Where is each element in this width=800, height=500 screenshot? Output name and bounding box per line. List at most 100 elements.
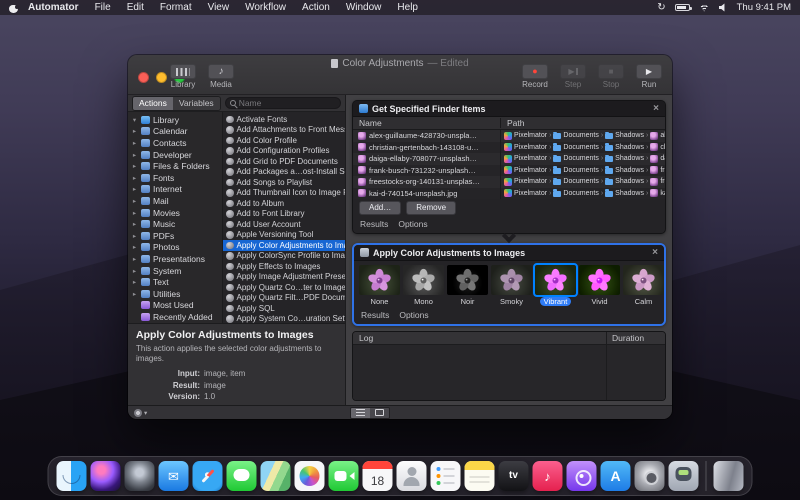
close-step-icon[interactable]: × (652, 248, 658, 258)
action-item-add-configuration-profiles[interactable]: Add Configuration Profiles (223, 146, 345, 157)
action-item-add-grid-to-pdf-documents[interactable]: Add Grid to PDF Documents (223, 156, 345, 167)
results-link[interactable]: Results (361, 310, 389, 320)
run-button[interactable]: ▶Run (636, 64, 662, 89)
sidebar-item-pdfs[interactable]: ▸PDFs (128, 230, 222, 242)
menu-item-format[interactable]: Format (152, 2, 200, 13)
search-field[interactable] (225, 97, 341, 109)
action-item-activate-fonts[interactable]: Activate Fonts (223, 114, 345, 125)
finder-item-row[interactable]: kai-d-740154-unsplash.jpgPixelmator›Docu… (353, 188, 665, 200)
close-step-icon[interactable]: × (653, 104, 659, 114)
notes-dock-icon[interactable] (465, 461, 495, 491)
sync-icon[interactable]: ↻ (657, 3, 665, 13)
finder-item-row[interactable]: daiga-ellaby-708077-unsplash…Pixelmator›… (353, 153, 665, 165)
menu-item-workflow[interactable]: Workflow (237, 2, 294, 13)
disclosure-triangle-icon[interactable]: ▸ (131, 162, 138, 170)
launchpad-dock-icon[interactable] (125, 461, 155, 491)
wifi-icon[interactable] (699, 4, 710, 12)
photos-dock-icon[interactable] (295, 461, 325, 491)
action-item-apply-system-co-uration-settings[interactable]: Apply System Co…uration Settings (223, 314, 345, 324)
reminders-dock-icon[interactable] (431, 461, 461, 491)
app-store-dock-icon[interactable]: A (601, 461, 631, 491)
sidebar-item-utilities[interactable]: ▸Utilities (128, 288, 222, 300)
mail-dock-icon[interactable]: ✉ (159, 461, 189, 491)
media-button[interactable]: ♪Media (208, 64, 234, 89)
preset-smoky[interactable]: Smoky (491, 265, 532, 306)
disclosure-triangle-icon[interactable]: ▸ (131, 243, 138, 251)
sidebar-item-developer[interactable]: ▸Developer (128, 149, 222, 161)
disclosure-triangle-icon[interactable]: ▸ (131, 185, 138, 193)
action-item-apply-sql[interactable]: Apply SQL (223, 303, 345, 314)
system-preferences-dock-icon[interactable] (635, 461, 665, 491)
disclosure-triangle-icon[interactable]: ▸ (131, 255, 138, 263)
finder-item-row[interactable]: alex-guillaume-428730-unspla…Pixelmator›… (353, 130, 665, 142)
sidebar-item-fonts[interactable]: ▸Fonts (128, 172, 222, 184)
action-item-apply-color-adjustments-to-images[interactable]: Apply Color Adjustments to Images (223, 240, 345, 251)
action-item-add-to-font-library[interactable]: Add to Font Library (223, 209, 345, 220)
tab-actions[interactable]: Actions (133, 97, 173, 110)
action-item-add-packages-a-ost-install-scripts[interactable]: Add Packages a…ost-Install Scripts (223, 167, 345, 178)
disclosure-triangle-icon[interactable]: ▸ (131, 151, 138, 159)
action-item-apply-quartz-filt-pdf-documents[interactable]: Apply Quartz Filt…PDF Documents (223, 293, 345, 304)
action-item-add-to-album[interactable]: Add to Album (223, 198, 345, 209)
music-dock-icon[interactable]: ♪ (533, 461, 563, 491)
disclosure-triangle-icon[interactable]: ▸ (131, 278, 138, 286)
column-header-name[interactable]: Name (353, 118, 501, 128)
sidebar-item-mail[interactable]: ▸Mail (128, 195, 222, 207)
automator-dock-icon[interactable] (669, 461, 699, 491)
disclosure-triangle-icon[interactable]: ▸ (131, 197, 138, 205)
action-item-apply-effects-to-images[interactable]: Apply Effects to Images (223, 261, 345, 272)
disclosure-triangle-icon[interactable]: ▸ (131, 267, 138, 275)
sidebar-item-movies[interactable]: ▸Movies (128, 207, 222, 219)
podcasts-dock-icon[interactable] (567, 461, 597, 491)
action-item-add-thumbnail-icon-to-image-files[interactable]: Add Thumbnail Icon to Image Files (223, 188, 345, 199)
action-item-add-user-account[interactable]: Add User Account (223, 219, 345, 230)
view-flow-button[interactable] (370, 408, 389, 418)
preset-vivid[interactable]: Vivid (579, 265, 620, 306)
sidebar-item-contacts[interactable]: ▸Contacts (128, 137, 222, 149)
safari-dock-icon[interactable] (193, 461, 223, 491)
contacts-dock-icon[interactable] (397, 461, 427, 491)
minimize-window-button[interactable] (156, 72, 167, 83)
finder-item-row[interactable]: freestocks-org-140131-unsplas…Pixelmator… (353, 176, 665, 188)
step-button[interactable]: ▶Step (560, 64, 586, 89)
disclosure-triangle-icon[interactable]: ▸ (131, 290, 138, 298)
menu-item-edit[interactable]: Edit (119, 2, 152, 13)
view-list-button[interactable] (351, 408, 370, 418)
sidebar-item-system[interactable]: ▸System (128, 265, 222, 277)
menu-item-help[interactable]: Help (389, 2, 426, 13)
disclosure-triangle-icon[interactable]: ▸ (131, 209, 138, 217)
sidebar-item-library[interactable]: ▾Library (128, 114, 222, 126)
sidebar-item-most-used[interactable]: Most Used (128, 300, 222, 312)
preset-mono[interactable]: Mono (403, 265, 444, 306)
volume-icon[interactable] (719, 3, 728, 12)
disclosure-triangle-icon[interactable]: ▸ (131, 139, 138, 147)
sidebar-item-internet[interactable]: ▸Internet (128, 184, 222, 196)
action-item-apply-image-adjustment-preset[interactable]: Apply Image Adjustment Preset (223, 272, 345, 283)
finder-item-row[interactable]: christian-gertenbach-143108-u…Pixelmator… (353, 142, 665, 154)
search-input[interactable] (239, 98, 336, 108)
disclosure-triangle-icon[interactable]: ▸ (131, 127, 138, 135)
disclosure-triangle-icon[interactable]: ▸ (131, 174, 138, 182)
action-item-add-color-profile[interactable]: Add Color Profile (223, 135, 345, 146)
column-header-path[interactable]: Path (501, 118, 665, 128)
add-button[interactable]: Add… (359, 201, 401, 215)
action-item-apply-quartz-co-ter-to-image-files[interactable]: Apply Quartz Co…ter to Image Files (223, 282, 345, 293)
sidebar-item-photos[interactable]: ▸Photos (128, 242, 222, 254)
facetime-dock-icon[interactable] (329, 461, 359, 491)
preset-calm[interactable]: Calm (623, 265, 664, 306)
record-button[interactable]: ●Record (522, 64, 548, 89)
finder-item-row[interactable]: frank-busch-731232-unsplash…Pixelmator›D… (353, 165, 665, 177)
action-menu-button[interactable]: ▾ (134, 409, 147, 417)
options-link[interactable]: Options (398, 219, 427, 229)
preset-noir[interactable]: Noir (447, 265, 488, 306)
sidebar-item-files-folders[interactable]: ▸Files & Folders (128, 160, 222, 172)
preset-none[interactable]: None (359, 265, 400, 306)
menu-item-action[interactable]: Action (294, 2, 338, 13)
action-item-apple-versioning-tool[interactable]: Apple Versioning Tool (223, 230, 345, 241)
menu-bar-clock[interactable]: Thu 9:41 PM (737, 2, 791, 13)
disclosure-triangle-icon[interactable]: ▸ (131, 232, 138, 240)
sidebar-item-presentations[interactable]: ▸Presentations (128, 253, 222, 265)
library-button[interactable]: Library (170, 64, 196, 89)
preset-vibrant[interactable]: Vibrant (535, 265, 576, 306)
disclosure-triangle-icon[interactable]: ▾ (131, 116, 138, 124)
